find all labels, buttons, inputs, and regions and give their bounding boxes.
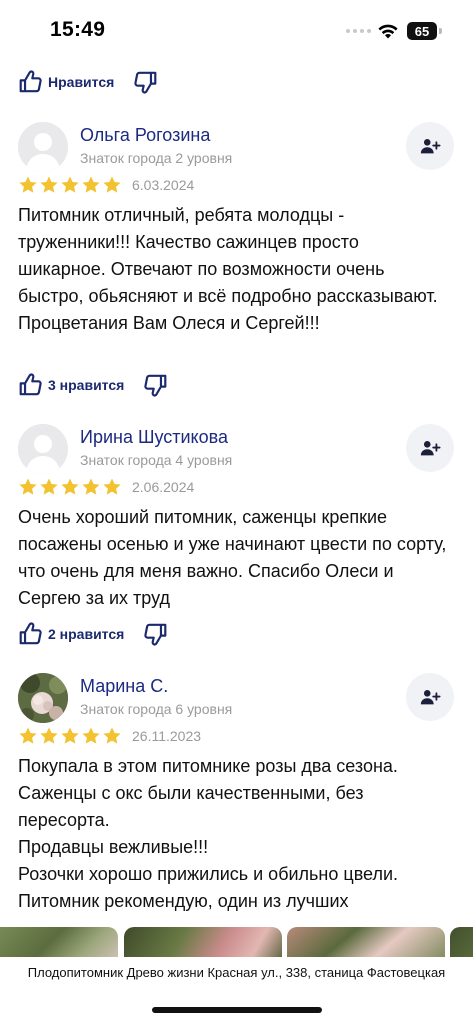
dislike-button[interactable] [132, 69, 158, 95]
battery-icon: 65 [407, 22, 437, 40]
like-button[interactable]: 2 нравится [18, 621, 124, 647]
subscribe-button[interactable] [406, 424, 454, 472]
thumb-down-icon [132, 69, 158, 95]
thumb-up-icon [18, 621, 44, 647]
dislike-button[interactable] [142, 621, 168, 647]
photo-thumbnail[interactable] [450, 927, 473, 961]
thumb-up-icon [18, 69, 44, 95]
previous-review-reactions: Нравится [18, 67, 158, 97]
thumb-up-icon [18, 372, 44, 398]
author-name[interactable]: Марина С. [80, 676, 168, 697]
star-icon [81, 477, 101, 497]
photo-thumbnail[interactable] [124, 927, 282, 961]
star-icon [102, 477, 122, 497]
star-icon [60, 726, 80, 746]
add-user-icon [419, 437, 441, 459]
like-button[interactable]: Нравится [18, 69, 114, 95]
like-count-label: 2 нравится [48, 626, 125, 642]
footer-bar: Плодопитомник Древо жизни Красная ул., 3… [0, 957, 473, 1024]
review-paragraph: Очень хороший питомник, саженцы крепкие … [18, 507, 447, 608]
like-button[interactable]: 3 нравится [18, 372, 124, 398]
author-name[interactable]: Ольга Рогозина [80, 125, 210, 146]
star-icon [60, 477, 80, 497]
dislike-button[interactable] [142, 372, 168, 398]
avatar[interactable] [18, 424, 68, 474]
avatar[interactable] [18, 673, 68, 723]
author-rank: Знаток города 4 уровня [80, 452, 233, 468]
review-text: Покупала в этом питомнике розы два сезон… [18, 753, 448, 915]
subscribe-button[interactable] [406, 673, 454, 721]
battery-tip [439, 28, 442, 34]
like-label: Нравится [48, 74, 115, 90]
review-text: Очень хороший питомник, саженцы крепкие … [18, 504, 448, 612]
review-date: 2.06.2024 [132, 479, 195, 495]
star-icon [102, 175, 122, 195]
home-indicator[interactable] [152, 1007, 322, 1013]
rating: 26.11.2023 [18, 726, 201, 746]
review-date: 26.11.2023 [132, 728, 202, 744]
default-avatar-icon [18, 424, 68, 474]
organization-address[interactable]: Плодопитомник Древо жизни Красная ул., 3… [0, 965, 473, 980]
review-reactions: 2 нравится [18, 619, 168, 649]
default-avatar-icon [18, 122, 68, 172]
avatar[interactable] [18, 122, 68, 172]
author-name[interactable]: Ирина Шустикова [80, 427, 228, 448]
star-icon [102, 726, 122, 746]
user-photo-avatar [18, 673, 68, 723]
cellular-signal-icon [346, 29, 371, 33]
star-icon [81, 726, 101, 746]
like-count-label: 3 нравится [48, 377, 125, 393]
thumb-down-icon [142, 621, 168, 647]
wifi-icon [378, 24, 398, 39]
battery-level: 65 [414, 23, 430, 39]
review-reactions: 3 нравится [18, 370, 168, 400]
star-icon [39, 477, 59, 497]
rating-stars [18, 477, 122, 497]
review-paragraph: Покупала в этом питомнике розы два сезон… [18, 756, 398, 830]
author-rank: Знаток города 2 уровня [80, 150, 233, 166]
rating-stars [18, 175, 122, 195]
status-bar: 15:49 65 [0, 0, 473, 62]
star-icon [18, 477, 38, 497]
photo-thumbnail[interactable] [287, 927, 445, 961]
star-icon [81, 175, 101, 195]
thumb-down-icon [142, 372, 168, 398]
review-date: 6.03.2024 [132, 177, 195, 193]
rating: 2.06.2024 [18, 477, 194, 497]
star-icon [39, 726, 59, 746]
star-icon [39, 175, 59, 195]
review-paragraph: Питомник отличный, ребята молодцы - труж… [18, 205, 438, 333]
rating-stars [18, 726, 122, 746]
photo-strip [0, 927, 473, 961]
review-paragraph: Розочки хорошо прижились и обильно цвели… [18, 864, 399, 911]
review-paragraph: Продавцы вежливые!!! [18, 837, 209, 857]
status-time: 15:49 [50, 18, 106, 41]
add-user-icon [419, 686, 441, 708]
review-text: Питомник отличный, ребята молодцы - труж… [18, 202, 448, 337]
star-icon [18, 726, 38, 746]
subscribe-button[interactable] [406, 122, 454, 170]
add-user-icon [419, 135, 441, 157]
star-icon [18, 175, 38, 195]
photo-thumbnail[interactable] [0, 927, 118, 961]
star-icon [60, 175, 80, 195]
rating: 6.03.2024 [18, 175, 194, 195]
author-rank: Знаток города 6 уровня [80, 701, 233, 717]
